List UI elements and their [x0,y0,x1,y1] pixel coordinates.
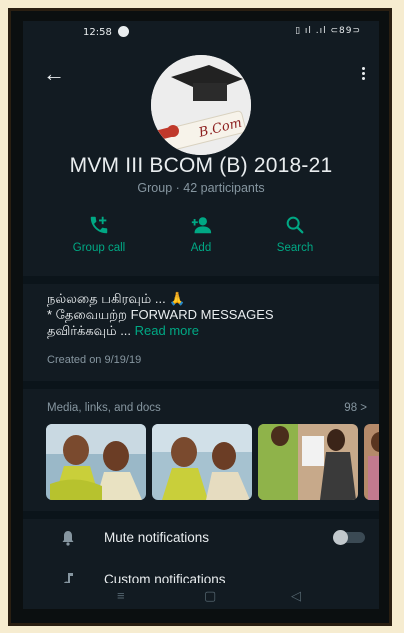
mute-notifications-row[interactable]: Mute notifications [23,526,379,552]
home-icon[interactable]: ▢ [204,588,216,604]
group-description: நல்லதை பகிரவும் ... 🙏 * தேவையற்ற FORWARD… [47,291,363,339]
status-time: 12:58 [83,27,112,38]
back-nav-icon[interactable]: ◁ [291,588,301,604]
search-icon [286,216,304,234]
group-call-icon [90,216,108,234]
phone-screen: 12:58 ▯ ıl .ıl ⊂89⊃ ← B.Com MVM III BCOM… [23,21,379,609]
group-name: MVM III BCOM (B) 2018-21 [69,154,333,177]
search-button[interactable]: Search [255,214,335,254]
media-thumbnail[interactable] [364,424,379,500]
mute-toggle[interactable] [333,530,365,545]
status-icons: ▯ ıl .ıl ⊂89⊃ [295,26,361,36]
read-more-link[interactable]: Read more [135,323,199,338]
section-divider [23,511,379,519]
photo-image [258,424,358,500]
photo-image [152,424,252,500]
description-text: தவிர்க்கவும் ... [47,323,135,338]
section-divider [23,381,379,389]
media-header[interactable]: Media, links, and docs 98 > [47,402,367,414]
status-bar: 12:58 ▯ ıl .ıl ⊂89⊃ [23,21,379,45]
photo-image [46,424,146,500]
add-person-icon [191,217,212,234]
bell-icon [62,531,74,546]
media-thumbnails [46,424,379,500]
mute-notifications-label: Mute notifications [104,530,210,545]
sync-icon [118,26,129,37]
section-divider [23,276,379,284]
avatar-graphic: B.Com [151,55,251,155]
group-call-label: Group call [72,242,126,254]
media-thumbnail[interactable] [152,424,252,500]
created-date: Created on 9/19/19 [47,354,142,366]
media-title: Media, links, and docs [47,402,161,414]
group-subtitle: Group · 42 participants [137,181,265,195]
media-thumbnail[interactable] [46,424,146,500]
toggle-knob [333,530,348,545]
media-count[interactable]: 98 > [344,402,367,414]
add-label: Add [190,242,212,254]
description-line: தவிர்க்கவும் ... Read more [47,323,363,339]
system-nav-bar: ≡ ▢ ◁ [23,583,379,609]
add-button[interactable]: Add [161,214,241,254]
arrow-left-icon[interactable]: ← [43,63,65,85]
description-line: * தேவையற்ற FORWARD MESSAGES [47,307,274,322]
recents-icon[interactable]: ≡ [117,588,125,603]
photo-image [364,424,379,500]
group-avatar[interactable]: B.Com [151,55,251,155]
action-row: Group call Add Search [23,214,379,264]
search-label: Search [276,242,314,254]
kebab-menu-icon[interactable] [362,65,366,82]
group-call-button[interactable]: Group call [59,214,139,254]
media-thumbnail[interactable] [258,424,358,500]
description-line: நல்லதை பகிரவும் ... 🙏 [47,291,186,306]
